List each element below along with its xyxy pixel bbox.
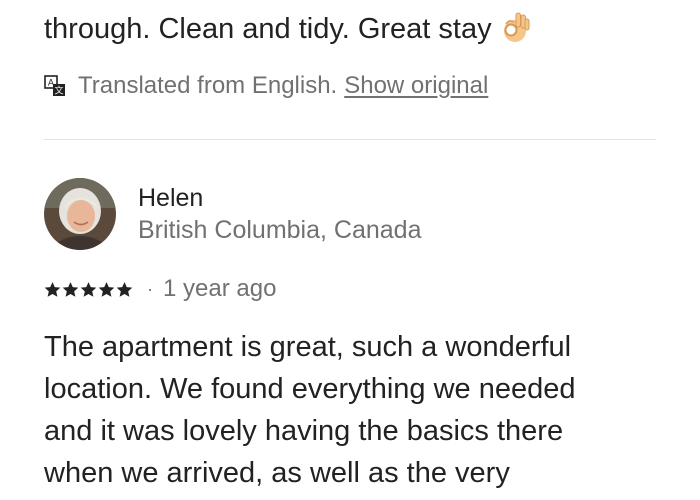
translation-note: Translated from English. bbox=[78, 72, 338, 99]
star-icon bbox=[116, 281, 133, 297]
translate-icon: A 文 bbox=[44, 75, 65, 97]
review-body: The apartment is great, such a wonderful… bbox=[44, 326, 674, 494]
previous-review-text: through. Clean and tidy. Great stay bbox=[44, 13, 492, 45]
star-rating bbox=[44, 281, 133, 298]
ok-hand-emoji-icon bbox=[503, 12, 530, 42]
reviewer-location: British Columbia, Canada bbox=[138, 216, 422, 244]
separator-dot: · bbox=[147, 278, 153, 299]
previous-review-last-line: through. Clean and tidy. Great stay bbox=[44, 9, 530, 49]
review-page: through. Clean and tidy. Great stay A 文 … bbox=[0, 0, 700, 500]
avatar[interactable] bbox=[44, 178, 116, 250]
star-icon bbox=[80, 281, 97, 297]
review-body-line: and it was lovely having the basics ther… bbox=[44, 415, 564, 447]
avatar-photo-icon bbox=[44, 178, 116, 250]
review-divider bbox=[44, 139, 656, 140]
review-body-line: The apartment is great, such a wonderful bbox=[44, 331, 572, 363]
star-icon bbox=[62, 281, 79, 297]
review-body-line: when we arrived, as well as the very bbox=[44, 457, 510, 489]
translation-row: A 文 Translated from English. Show origin… bbox=[44, 70, 488, 102]
star-icon bbox=[98, 281, 115, 297]
show-original-link[interactable]: Show original bbox=[344, 72, 488, 100]
review-body-line: location. We found everything we needed bbox=[44, 373, 576, 405]
rating-row: · 1 year ago bbox=[44, 272, 276, 306]
svg-text:文: 文 bbox=[54, 85, 63, 97]
star-icon bbox=[44, 281, 61, 297]
review-date: 1 year ago bbox=[163, 275, 277, 302]
reviewer-name: Helen bbox=[138, 184, 204, 212]
